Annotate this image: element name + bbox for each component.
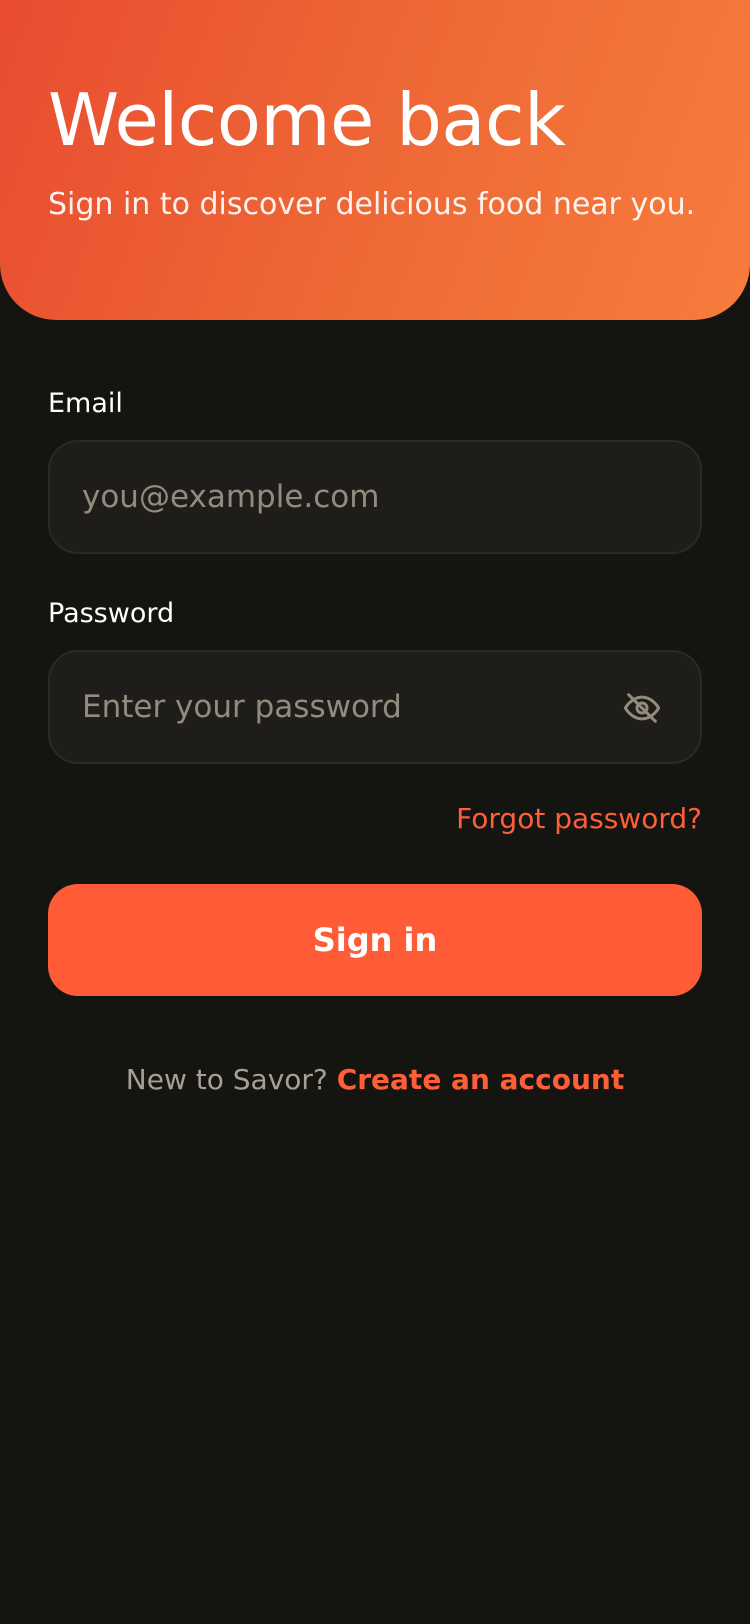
sign-in-button[interactable]: Sign in: [48, 884, 702, 996]
login-screen: Welcome back Sign in to discover delicio…: [0, 0, 750, 1624]
sign-in-form: Email Password Forgot password?: [48, 382, 702, 1100]
create-account-row: New to Savor? Create an account: [48, 1060, 702, 1100]
forgot-password-row: Forgot password?: [48, 800, 702, 838]
welcome-header: Welcome back Sign in to discover delicio…: [0, 0, 750, 320]
password-input[interactable]: [50, 652, 700, 762]
eye-off-icon[interactable]: [620, 686, 664, 730]
email-label: Email: [48, 388, 123, 419]
email-field-group: Email: [48, 382, 702, 554]
page-subtitle: Sign in to discover delicious food near …: [48, 187, 696, 222]
page-title: Welcome back: [48, 78, 566, 162]
email-input[interactable]: [50, 442, 700, 552]
create-account-link[interactable]: Create an account: [337, 1063, 625, 1096]
password-label: Password: [48, 598, 175, 629]
password-input-container: [48, 650, 702, 764]
email-input-container: [48, 440, 702, 554]
forgot-password-link[interactable]: Forgot password?: [456, 802, 702, 835]
password-field-group: Password: [48, 592, 702, 764]
signup-prompt: New to Savor?: [125, 1063, 328, 1096]
